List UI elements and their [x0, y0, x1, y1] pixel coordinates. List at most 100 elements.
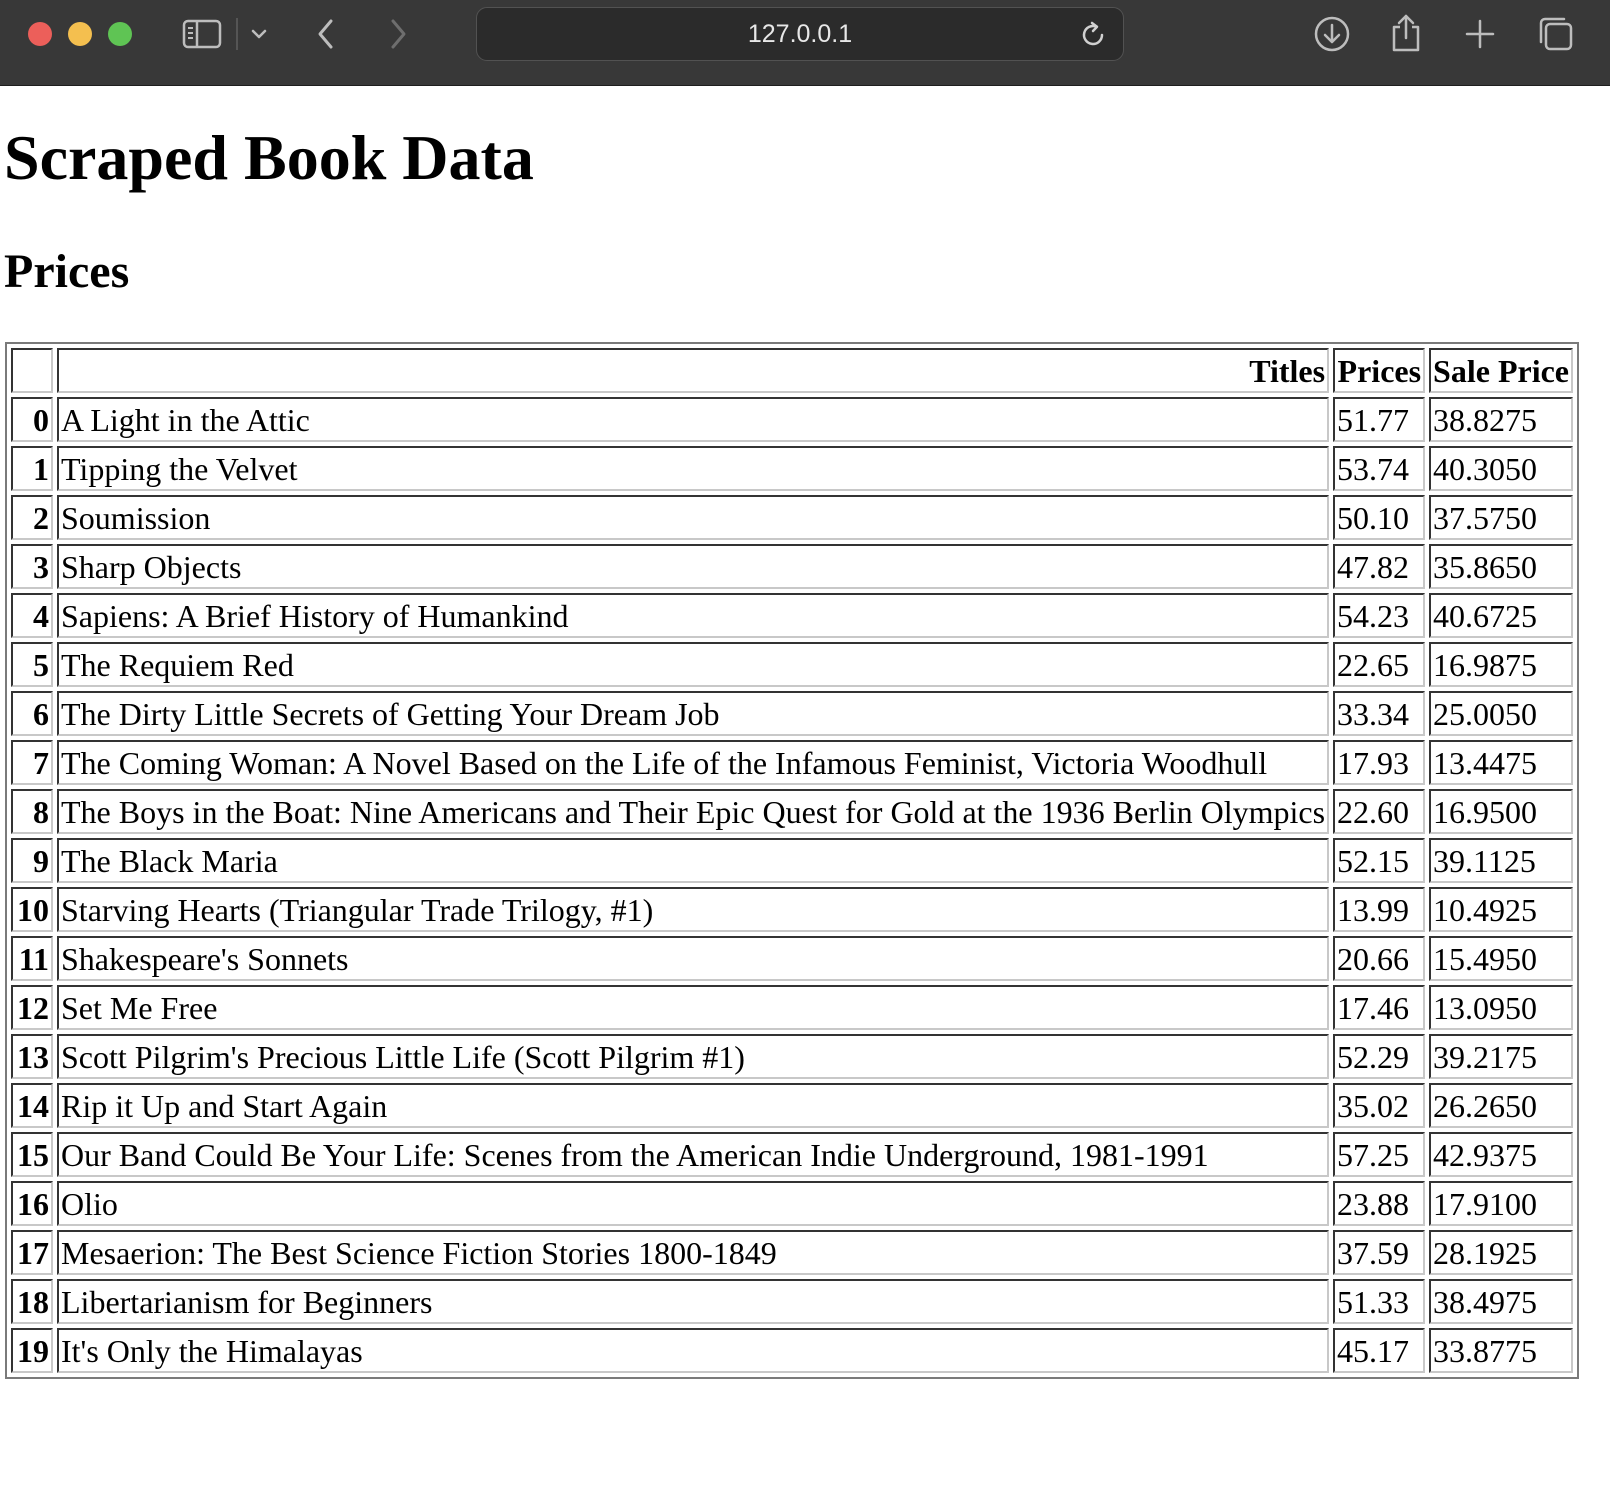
row-index: 2 [11, 495, 53, 540]
book-title-cell: A Light in the Attic [57, 397, 1330, 442]
row-index: 0 [11, 397, 53, 442]
tab-overview-icon[interactable] [1536, 13, 1576, 55]
book-title-cell: Libertarianism for Beginners [57, 1279, 1330, 1324]
table-row: 4 Sapiens: A Brief History of Humankind 54… [11, 593, 1573, 638]
window-close-button[interactable] [28, 22, 52, 46]
row-index: 17 [11, 1230, 53, 1275]
book-title-cell: Starving Hearts (Triangular Trade Trilog… [57, 887, 1330, 932]
price-cell: 20.66 [1333, 936, 1426, 981]
price-cell: 51.33 [1333, 1279, 1426, 1324]
price-cell: 52.29 [1333, 1034, 1426, 1079]
book-title-cell: Sapiens: A Brief History of Humankind [57, 593, 1330, 638]
prices-header: Prices [1333, 348, 1426, 393]
book-title-cell: The Requiem Red [57, 642, 1330, 687]
row-index: 4 [11, 593, 53, 638]
book-title-cell: Our Band Could Be Your Life: Scenes from… [57, 1132, 1330, 1177]
plus-icon[interactable] [1460, 14, 1500, 54]
row-index: 11 [11, 936, 53, 981]
price-cell: 13.99 [1333, 887, 1426, 932]
reload-icon[interactable] [1075, 17, 1111, 53]
price-cell: 17.46 [1333, 985, 1426, 1030]
chevron-down-icon[interactable] [246, 20, 272, 48]
sidebar-icon[interactable] [180, 14, 224, 54]
sale-price-cell: 25.0050 [1429, 691, 1573, 736]
sale-price-header: Sale Price [1429, 348, 1573, 393]
prices-table: Titles Prices Sale Price 0A Light in the… [5, 342, 1579, 1379]
table-row: 14 Rip it Up and Start Again 35.02 26.2650 [11, 1083, 1573, 1128]
sale-price-cell: 28.1925 [1429, 1230, 1573, 1275]
forward-arrow-icon[interactable] [380, 14, 416, 54]
table-row: 2 Soumission 50.10 37.5750 [11, 495, 1573, 540]
sale-price-cell: 13.4475 [1429, 740, 1573, 785]
index-header [11, 348, 53, 393]
titles-header: Titles [57, 348, 1330, 393]
address-text: 127.0.0.1 [747, 20, 853, 48]
row-index: 16 [11, 1181, 53, 1226]
price-cell: 47.82 [1333, 544, 1426, 589]
row-index: 5 [11, 642, 53, 687]
address-bar[interactable]: 127.0.0.1 [476, 7, 1124, 61]
back-arrow-icon[interactable] [308, 14, 344, 54]
table-row: 16 Olio 23.88 17.9100 [11, 1181, 1573, 1226]
book-title-cell: The Black Maria [57, 838, 1330, 883]
page-title: Scraped Book Data [4, 122, 534, 193]
book-title-cell: Soumission [57, 495, 1330, 540]
book-title-cell: The Coming Woman: A Novel Based on the L… [57, 740, 1330, 785]
window-zoom-button[interactable] [108, 22, 132, 46]
table-row: 1 Tipping the Velvet 53.74 40.3050 [11, 446, 1573, 491]
sale-price-cell: 42.9375 [1429, 1132, 1573, 1177]
row-index: 12 [11, 985, 53, 1030]
window-minimize-button[interactable] [68, 22, 92, 46]
table-row: 6 The Dirty Little Secrets of Getting You… [11, 691, 1573, 736]
sale-price-cell: 35.8650 [1429, 544, 1573, 589]
row-index: 9 [11, 838, 53, 883]
row-index: 7 [11, 740, 53, 785]
row-index: 18 [11, 1279, 53, 1324]
book-title-cell: Tipping the Velvet [57, 446, 1330, 491]
sale-price-cell: 38.4975 [1429, 1279, 1573, 1324]
download-icon[interactable] [1312, 12, 1352, 56]
price-cell: 22.60 [1333, 789, 1426, 834]
row-index: 1 [11, 446, 53, 491]
toolbar-divider [236, 18, 238, 50]
table-row: 9 The Black Maria 52.15 39.1125 [11, 838, 1573, 883]
table-body: 0A Light in the Attic 51.77 38.8275 1 Tippin… [11, 397, 1573, 1373]
price-cell: 23.88 [1333, 1181, 1426, 1226]
table-row: 11 Shakespeare's Sonnets 20.66 15.4950 [11, 936, 1573, 981]
price-cell: 52.15 [1333, 838, 1426, 883]
row-index: 14 [11, 1083, 53, 1128]
price-cell: 57.25 [1333, 1132, 1426, 1177]
price-cell: 37.59 [1333, 1230, 1426, 1275]
sale-price-cell: 17.9100 [1429, 1181, 1573, 1226]
row-index: 6 [11, 691, 53, 736]
sale-price-cell: 38.8275 [1429, 397, 1573, 442]
sale-price-cell: 39.1125 [1429, 838, 1573, 883]
book-title-cell: Olio [57, 1181, 1330, 1226]
price-cell: 17.93 [1333, 740, 1426, 785]
book-title-cell: Rip it Up and Start Again [57, 1083, 1330, 1128]
sale-price-cell: 37.5750 [1429, 495, 1573, 540]
price-cell: 35.02 [1333, 1083, 1426, 1128]
price-cell: 33.34 [1333, 691, 1426, 736]
table-row: 17 Mesaerion: The Best Science Fiction St… [11, 1230, 1573, 1275]
table-row: 13 Scott Pilgrim's Precious Little Life (… [11, 1034, 1573, 1079]
table-row: 3 Sharp Objects 47.82 35.8650 [11, 544, 1573, 589]
sale-price-cell: 33.8775 [1429, 1328, 1573, 1373]
browser-toolbar: 127.0.0.1 [0, 0, 1610, 86]
price-cell: 54.23 [1333, 593, 1426, 638]
book-title-cell: The Dirty Little Secrets of Getting Your… [57, 691, 1330, 736]
price-cell: 22.65 [1333, 642, 1426, 687]
table-row: 15 Our Band Could Be Your Life: Scenes fr… [11, 1132, 1573, 1177]
row-index: 13 [11, 1034, 53, 1079]
table-row: 7 The Coming Woman: A Novel Based on the … [11, 740, 1573, 785]
share-icon[interactable] [1386, 10, 1426, 56]
row-index: 15 [11, 1132, 53, 1177]
table-row: 12 Set Me Free 17.46 13.0950 [11, 985, 1573, 1030]
table-row: 8 The Boys in the Boat: Nine Americans an… [11, 789, 1573, 834]
sale-price-cell: 16.9875 [1429, 642, 1573, 687]
book-title-cell: The Boys in the Boat: Nine Americans and… [57, 789, 1330, 834]
book-title-cell: Set Me Free [57, 985, 1330, 1030]
price-cell: 50.10 [1333, 495, 1426, 540]
price-cell: 51.77 [1333, 397, 1426, 442]
price-cell: 45.17 [1333, 1328, 1426, 1373]
